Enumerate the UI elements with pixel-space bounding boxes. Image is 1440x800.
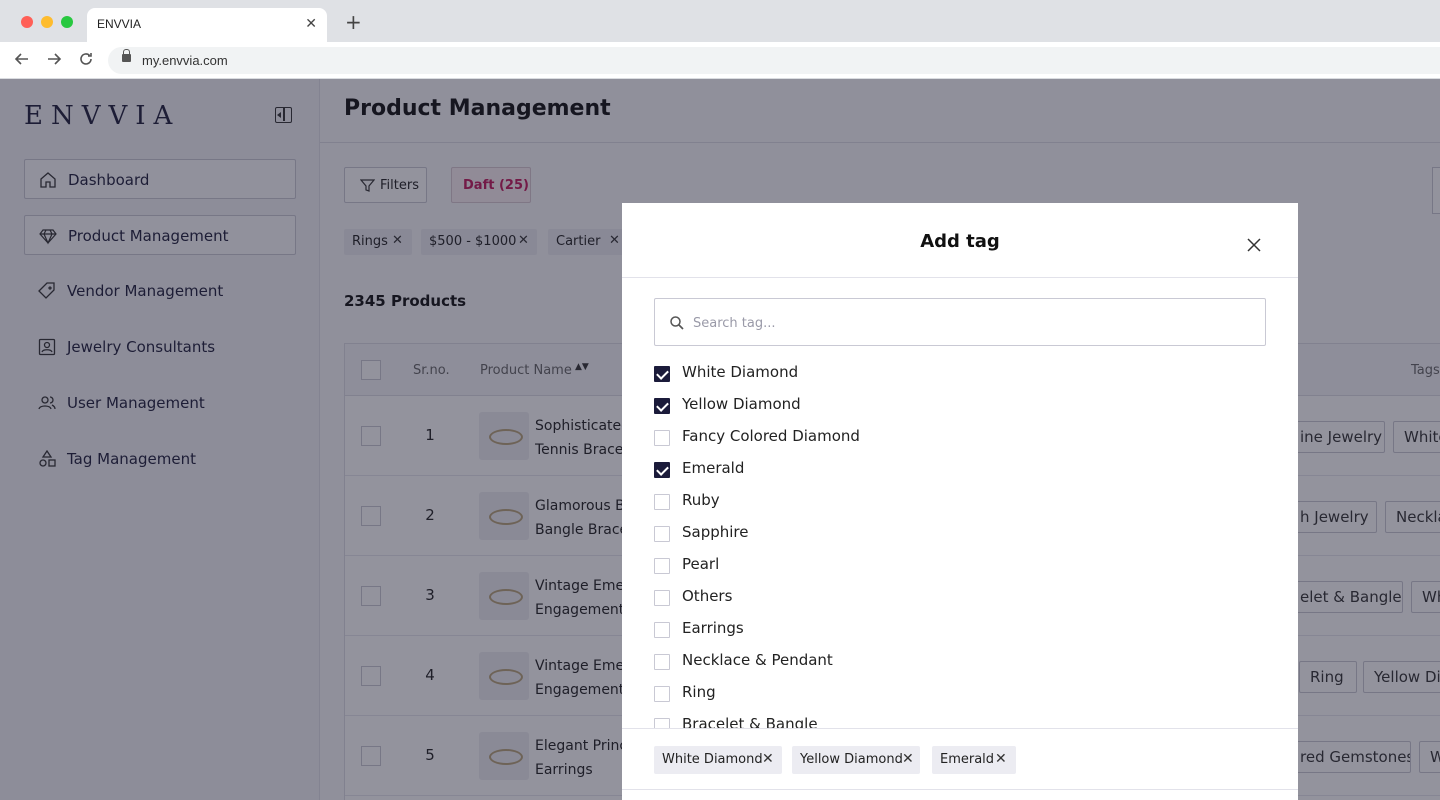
tag-option-label: Ring [682,683,716,701]
tag-search [654,298,1266,346]
tag-option[interactable]: Ruby [654,486,1266,518]
reload-icon[interactable] [78,51,94,67]
tag-option-label: Others [682,587,733,605]
tag-option[interactable]: Earrings [654,614,1266,646]
tag-option[interactable]: Pearl [654,550,1266,582]
tag-option[interactable]: Ring [654,678,1266,710]
forward-icon[interactable] [46,51,62,67]
lock-icon [122,49,131,62]
add-tag-modal: Add tag White Diamond Yellow Diamond Fancy… [622,203,1298,800]
tab-title: ENVVIA [97,17,142,31]
tag-option-label: Fancy Colored Diamond [682,427,860,445]
tag-option-label: Necklace & Pendant [682,651,833,669]
tag-option[interactable]: Sapphire [654,518,1266,550]
selected-tag-chip: White Diamond ✕ [654,746,782,774]
url-field[interactable]: my.envvia.com [108,47,1440,74]
tag-option-label: Emerald [682,459,745,477]
back-icon[interactable] [14,51,30,67]
tag-option-label: Yellow Diamond [682,395,801,413]
tag-option-label: Pearl [682,555,720,573]
new-tab-button[interactable]: + [345,12,362,32]
tag-option-label: Bracelet & Bangle [682,715,818,728]
tag-option-label: Sapphire [682,523,749,541]
selected-tags-bar: White Diamond ✕ Yellow Diamond ✕ Emerald… [622,728,1298,790]
selected-tag-label: Emerald [940,752,995,767]
close-icon[interactable] [1246,237,1262,253]
tag-option[interactable]: Bracelet & Bangle [654,710,1266,728]
tag-list: White Diamond Yellow Diamond Fancy Colored… [654,358,1266,728]
address-bar: my.envvia.com [0,42,1440,79]
tag-option[interactable]: Others [654,582,1266,614]
selected-tag-label: White Diamond [662,752,763,767]
minimize-window-button[interactable] [41,16,53,28]
tag-checkbox[interactable] [654,430,670,446]
maximize-window-button[interactable] [61,16,73,28]
tag-checkbox[interactable] [654,686,670,702]
tag-option-label: White Diamond [682,363,799,381]
tag-checkbox[interactable] [654,462,670,478]
tag-checkbox[interactable] [654,526,670,542]
tag-option[interactable]: Necklace & Pendant [654,646,1266,678]
tag-checkbox[interactable] [654,654,670,670]
url-text: my.envvia.com [142,53,228,68]
tag-option[interactable]: White Diamond [654,358,1266,390]
tag-checkbox[interactable] [654,622,670,638]
tag-checkbox[interactable] [654,366,670,382]
tag-option[interactable]: Emerald [654,454,1266,486]
tag-option[interactable]: Yellow Diamond [654,390,1266,422]
remove-tag-icon[interactable]: ✕ [762,751,774,767]
tag-checkbox[interactable] [654,590,670,606]
close-window-button[interactable] [21,16,33,28]
search-input[interactable] [693,312,1253,334]
tag-checkbox[interactable] [654,494,670,510]
modal-title: Add tag [920,231,1000,252]
browser-tab[interactable]: ENVVIA ✕ [87,8,327,42]
search-icon [670,316,684,330]
selected-tag-label: Yellow Diamond [800,752,903,767]
selected-tag-chip: Emerald ✕ [932,746,1016,774]
remove-tag-icon[interactable]: ✕ [902,751,914,767]
tag-checkbox[interactable] [654,718,670,728]
browser-titlebar: ENVVIA ✕ + [0,0,1440,42]
tag-checkbox[interactable] [654,398,670,414]
divider [622,277,1298,278]
tag-option[interactable]: Fancy Colored Diamond [654,422,1266,454]
tag-option-label: Ruby [682,491,720,509]
app: ENVVIA Dashboard Product Management Vend… [0,79,1440,800]
tag-option-label: Earrings [682,619,744,637]
tab-close-icon[interactable]: ✕ [305,16,317,32]
remove-tag-icon[interactable]: ✕ [995,751,1007,767]
selected-tag-chip: Yellow Diamond ✕ [792,746,920,774]
tag-checkbox[interactable] [654,558,670,574]
